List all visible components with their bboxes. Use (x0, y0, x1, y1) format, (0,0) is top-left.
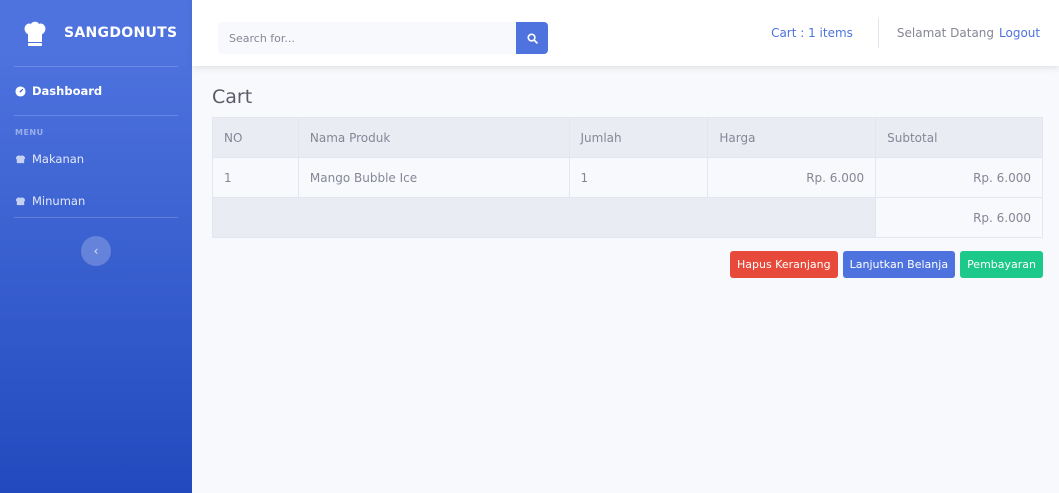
cart-actions: Hapus Keranjang Lanjutkan Belanja Pembay… (729, 251, 1043, 278)
column-header-qty: Jumlah (568, 117, 709, 158)
chef-hat-icon (24, 21, 46, 46)
clear-cart-button[interactable]: Hapus Keranjang (729, 251, 838, 278)
total-spacer (211, 197, 877, 238)
sidebar-item-dashboard[interactable]: Dashboard (0, 67, 192, 115)
table-header-row: NO Nama Produk Jumlah Harga Subtotal (212, 117, 1043, 158)
sidebar-item-label: Minuman (32, 194, 86, 208)
cart-link[interactable]: Cart : 1 items (755, 0, 869, 66)
sidebar-toggle-button[interactable]: ‹ (81, 236, 111, 266)
search-icon (526, 32, 538, 44)
search-button[interactable] (516, 22, 548, 54)
column-header-price: Harga (707, 117, 877, 158)
logout-link[interactable]: Logout (999, 26, 1040, 40)
column-header-no: NO (212, 117, 299, 158)
sidebar-item-label: Dashboard (32, 84, 103, 98)
cell-no: 1 (212, 157, 299, 198)
checkout-button[interactable]: Pembayaran (960, 251, 1043, 278)
total-row: Rp. 6.000 (211, 197, 1043, 238)
column-header-product: Nama Produk (297, 117, 570, 158)
sidebar-item-label: Makanan (32, 152, 85, 166)
cell-total: Rp. 6.000 (875, 197, 1043, 238)
topbar: Cart : 1 items Selamat Datang Logout (192, 0, 1059, 66)
chevron-left-icon: ‹ (93, 244, 99, 258)
cell-product: Mango Bubble Ice (297, 157, 570, 198)
cell-qty: 1 (568, 157, 709, 198)
hat-icon (15, 196, 26, 205)
column-header-subtotal: Subtotal (875, 117, 1043, 158)
sidebar-item-makanan[interactable]: Makanan (0, 141, 192, 177)
sidebar: SANGDONUTS Dashboard MENU Makanan Minuma… (0, 0, 192, 493)
user-area: Selamat Datang Logout (878, 0, 1059, 66)
table-row: 1 Mango Bubble Ice 1 Rp. 6.000 Rp. 6.000 (212, 157, 1043, 198)
search-input[interactable] (218, 22, 516, 54)
search-form (218, 22, 548, 54)
hat-icon (15, 154, 26, 163)
page-title: Cart (212, 86, 253, 108)
continue-shopping-button[interactable]: Lanjutkan Belanja (842, 251, 956, 278)
sidebar-divider (14, 217, 178, 218)
welcome-text: Selamat Datang (896, 26, 995, 40)
tachometer-icon (15, 85, 26, 97)
brand-name: SANGDONUTS (64, 25, 178, 41)
sidebar-heading: MENU (15, 128, 44, 137)
cell-price: Rp. 6.000 (707, 157, 877, 198)
brand-link[interactable]: SANGDONUTS (0, 0, 192, 66)
cell-subtotal: Rp. 6.000 (875, 157, 1043, 198)
cart-table: NO Nama Produk Jumlah Harga Subtotal 1 M… (211, 117, 1043, 238)
